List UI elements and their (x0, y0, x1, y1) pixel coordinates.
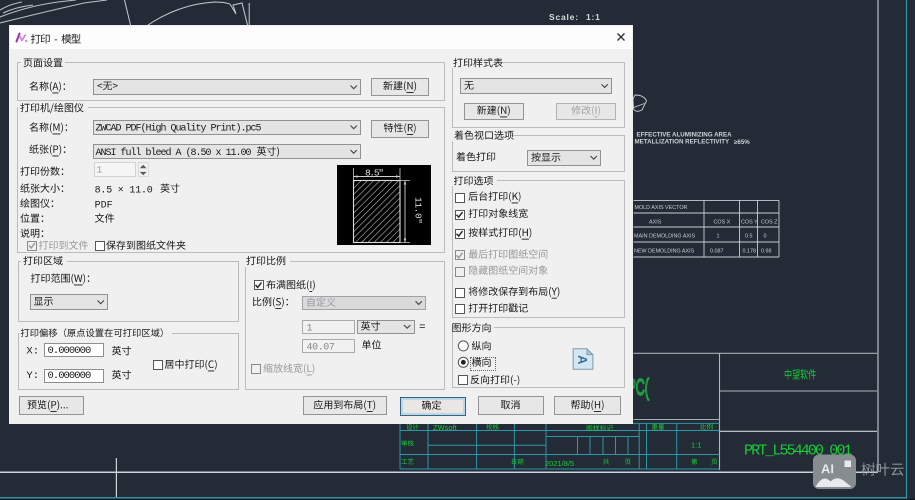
svg-text:ANSI full bleed A (8.50 x 11.0: ANSI full bleed A (8.50 x 11.00 (96, 147, 252, 159)
svg-text:1: 1 (307, 324, 313, 335)
svg-text:40.07: 40.07 (307, 343, 335, 354)
svg-text:ZWCAD PDF(High Quality Print).: ZWCAD PDF(High Quality Print).pc5 (96, 123, 262, 135)
svg-text:0.000000: 0.000000 (48, 370, 91, 382)
svg-text:PDF: PDF (95, 201, 113, 212)
svg-text:8.5″: 8.5″ (365, 168, 384, 179)
svg-text:Y:: Y: (26, 370, 39, 382)
svg-text:0.000000: 0.000000 (48, 345, 91, 357)
svg-text:=: = (419, 322, 426, 334)
svg-text:11.0″: 11.0″ (413, 197, 424, 224)
svg-text:1: 1 (96, 165, 102, 176)
svg-text:8.5 × 11.0: 8.5 × 11.0 (95, 186, 153, 197)
svg-text:X:: X: (26, 345, 39, 357)
